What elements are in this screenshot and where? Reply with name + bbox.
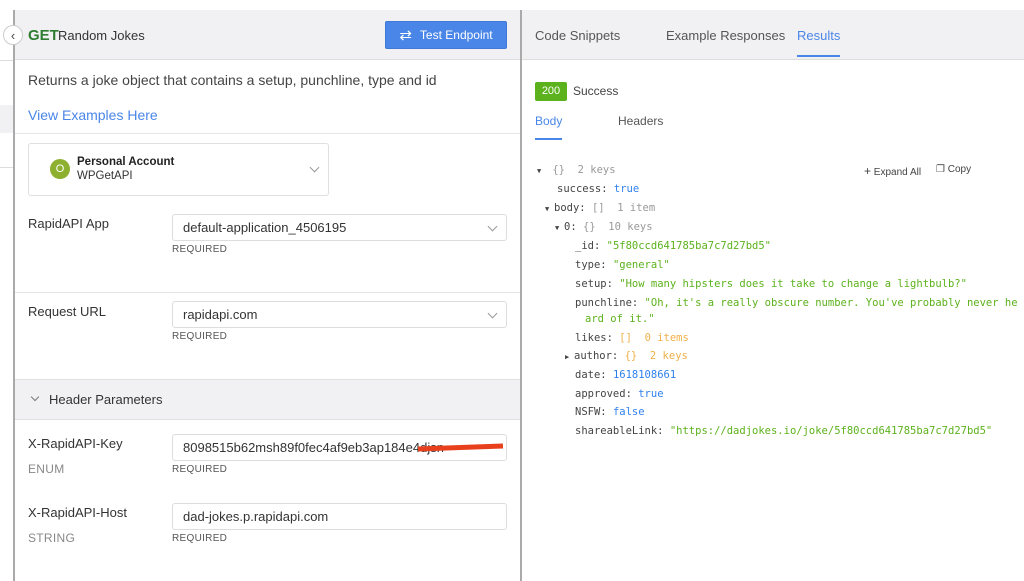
method-badge: GET	[28, 27, 59, 44]
tree-row: setup: "How many hipsters does it take t…	[575, 278, 967, 290]
tree-row: approved: true	[575, 388, 664, 400]
account-title: Personal Account	[77, 156, 175, 168]
account-selector[interactable]: O Personal Account WPGetAPI	[28, 143, 329, 196]
divider	[15, 133, 520, 134]
status-text: Success	[573, 84, 619, 98]
rapidapi-app-value: default-application_4506195	[183, 220, 347, 235]
caret-right-icon: ▶	[565, 353, 570, 361]
api-host-type: STRING	[28, 531, 76, 545]
tab-example-responses[interactable]: Example Responses	[666, 28, 785, 43]
expand-all-button[interactable]: + Expand All	[864, 164, 921, 178]
status-badge: 200	[535, 82, 567, 101]
count: 2 keys	[577, 164, 616, 176]
test-endpoint-button[interactable]: ⇄ Test Endpoint	[385, 21, 507, 49]
sidebar-stub	[0, 10, 13, 581]
tab-code-snippets[interactable]: Code Snippets	[535, 28, 620, 43]
chevron-down-icon	[487, 221, 498, 232]
required-label: REQUIRED	[172, 244, 228, 255]
api-key-input[interactable]: 8098515b62msh89f0fec4af9eb3ap184e4djsn	[172, 434, 507, 461]
api-key-type: ENUM	[28, 462, 65, 476]
rapidapi-app-select[interactable]: default-application_4506195	[172, 214, 507, 241]
chevron-down-icon	[309, 162, 320, 173]
copy-button[interactable]: ❐ Copy	[936, 164, 971, 175]
tree-body[interactable]: ▼ body: [] 1 item	[545, 202, 655, 214]
tree-author[interactable]: ▶ author: {} 2 keys	[565, 350, 688, 362]
api-host-label: X-RapidAPI-Host	[28, 505, 127, 520]
request-url-value: rapidapi.com	[183, 307, 258, 322]
rapidapi-app-label: RapidAPI App	[28, 216, 109, 231]
tree-row: _id: "5f80ccd641785ba7c7d27bd5"	[575, 240, 771, 252]
swap-arrows-icon: ⇄	[399, 27, 412, 44]
tree-item-0[interactable]: ▼ 0: {} 10 keys	[555, 221, 653, 233]
divider	[15, 292, 520, 293]
panel-divider	[13, 10, 15, 581]
chevron-down-icon	[30, 392, 40, 402]
header-parameters-section[interactable]: Header Parameters	[15, 379, 520, 420]
required-label: REQUIRED	[172, 331, 228, 342]
api-key-value: 8098515b62msh89f0fec4af9eb3ap184e4djsn	[183, 440, 444, 455]
subtab-headers[interactable]: Headers	[618, 114, 663, 128]
request-url-label: Request URL	[28, 304, 107, 319]
account-avatar: O	[50, 159, 70, 179]
collapse-back-icon[interactable]: ‹	[3, 25, 23, 45]
endpoint-title: Random Jokes	[58, 28, 145, 43]
caret-down-icon: ▼	[537, 167, 542, 175]
results-tabs: Code Snippets Example Responses Results	[522, 10, 1024, 60]
tree-row-wrap: ard of it."	[585, 313, 655, 325]
tree-row: date: 1618108661	[575, 369, 677, 381]
api-host-value: dad-jokes.p.rapidapi.com	[183, 509, 329, 524]
tree-row: likes: [] 0 items	[575, 332, 689, 344]
brace: {}	[552, 164, 565, 176]
api-key-label: X-RapidAPI-Key	[28, 436, 123, 451]
tree-row: punchline: "Oh, it's a really obscure nu…	[575, 297, 1018, 309]
tree-row: success: true	[557, 183, 640, 195]
caret-down-icon: ▼	[545, 205, 550, 213]
chevron-down-icon	[487, 308, 498, 319]
tree-row: NSFW: false	[575, 406, 645, 418]
tree-root[interactable]: ▼ {} 2 keys	[537, 164, 616, 176]
caret-down-icon: ▼	[555, 224, 560, 232]
account-name: WPGetAPI	[77, 170, 133, 182]
tree-row: shareableLink: "https://dadjokes.io/joke…	[575, 425, 993, 437]
request-url-select[interactable]: rapidapi.com	[172, 301, 507, 328]
section-title: Header Parameters	[49, 392, 163, 407]
tab-results[interactable]: Results	[797, 28, 841, 57]
endpoint-header: GET Random Jokes ⇄ Test Endpoint	[15, 10, 520, 60]
endpoint-description: Returns a joke object that contains a se…	[28, 72, 437, 88]
copy-icon: ❐	[936, 164, 945, 175]
required-label: REQUIRED	[172, 464, 228, 475]
api-host-input[interactable]: dad-jokes.p.rapidapi.com	[172, 503, 507, 530]
plus-icon: +	[864, 164, 872, 178]
required-label: REQUIRED	[172, 533, 228, 544]
view-examples-link[interactable]: View Examples Here	[28, 107, 158, 123]
subtab-body[interactable]: Body	[535, 114, 563, 140]
tree-row: type: "general"	[575, 259, 670, 271]
panel-divider	[520, 10, 522, 581]
